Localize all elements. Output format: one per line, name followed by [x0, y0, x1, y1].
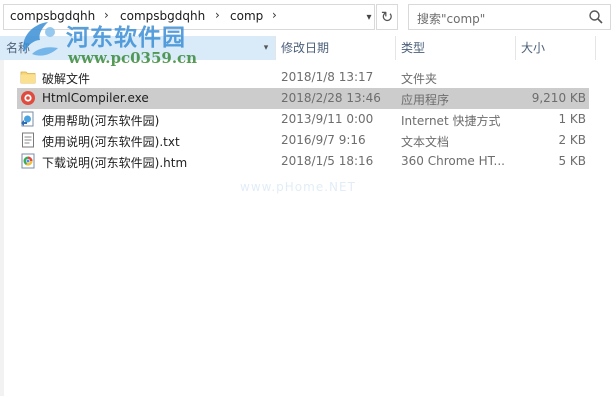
column-header-date[interactable]: 修改日期	[275, 36, 395, 60]
file-date: 2018/2/28 13:46	[281, 91, 381, 105]
watermark-faint-text: www.pHome.NET	[240, 180, 356, 194]
file-name: HtmlCompiler.exe	[42, 91, 149, 105]
file-row[interactable]: 破解文件 2018/1/8 13:17 文件夹	[17, 67, 589, 88]
folder-icon	[20, 71, 36, 84]
file-date: 2018/1/8 13:17	[281, 70, 374, 84]
file-row[interactable]: 使用说明(河东软件园).txt 2016/9/7 9:16 文本文档 2 KB	[17, 130, 589, 151]
breadcrumb-separator-icon[interactable]: ›	[272, 8, 277, 22]
breadcrumb-2[interactable]: compsbgdqhh	[120, 9, 205, 23]
file-name: 下载说明(河东软件园).htm	[42, 156, 188, 170]
file-type: 应用程序	[401, 93, 450, 107]
file-date: 2013/9/11 0:00	[281, 112, 374, 126]
text-file-icon	[22, 132, 34, 148]
search-box[interactable]: 搜索"comp"	[408, 4, 611, 30]
file-type: 文件夹	[401, 72, 438, 86]
file-size: 1 KB	[558, 112, 586, 126]
refresh-button[interactable]: ↻	[376, 4, 398, 30]
file-row-selected[interactable]: HtmlCompiler.exe 2018/2/28 13:46 应用程序 9,…	[17, 88, 589, 109]
file-size: 2 KB	[558, 133, 586, 147]
breadcrumb-separator-icon[interactable]: ›	[104, 8, 109, 22]
file-size: 5 KB	[558, 154, 586, 168]
file-name: 使用帮助(河东软件园)	[42, 114, 160, 128]
file-row[interactable]: 使用帮助(河东软件园) 2013/9/11 0:00 Internet 快捷方式…	[17, 109, 589, 130]
app-exe-icon	[21, 91, 35, 105]
column-header-type[interactable]: 类型	[395, 36, 515, 60]
file-row[interactable]: 下载说明(河东软件园).htm 2018/1/5 18:16 360 Chrom…	[17, 151, 589, 172]
file-type: Internet 快捷方式	[401, 114, 501, 128]
browser-html-icon	[21, 153, 35, 169]
column-divider[interactable]	[595, 36, 596, 60]
column-header-name[interactable]: 名称	[0, 36, 275, 60]
file-date: 2018/1/5 18:16	[281, 154, 374, 168]
internet-shortcut-icon	[21, 111, 34, 127]
search-input[interactable]: 搜索"comp"	[417, 10, 485, 27]
refresh-icon: ↻	[380, 8, 394, 26]
address-bar[interactable]: compsbgdqhh › compsbgdqhh › comp › ▾	[3, 4, 375, 30]
breadcrumb-3[interactable]: comp	[230, 9, 263, 23]
file-name: 使用说明(河东软件园).txt	[42, 135, 180, 149]
file-size: 9,210 KB	[531, 91, 586, 105]
address-toolbar: compsbgdqhh › compsbgdqhh › comp › ▾ ↻ 搜…	[0, 0, 616, 34]
file-type: 文本文档	[401, 135, 450, 149]
file-date: 2016/9/7 9:16	[281, 133, 366, 147]
column-header-size[interactable]: 大小	[515, 36, 595, 60]
file-name: 破解文件	[42, 72, 91, 86]
search-icon[interactable]	[588, 9, 604, 25]
breadcrumb-1[interactable]: compsbgdqhh	[10, 9, 95, 23]
breadcrumb-separator-icon[interactable]: ›	[215, 8, 220, 22]
chevron-down-icon[interactable]: ▾	[258, 36, 274, 60]
navigation-pane-edge	[0, 36, 4, 396]
file-type: 360 Chrome HT...	[401, 154, 505, 168]
